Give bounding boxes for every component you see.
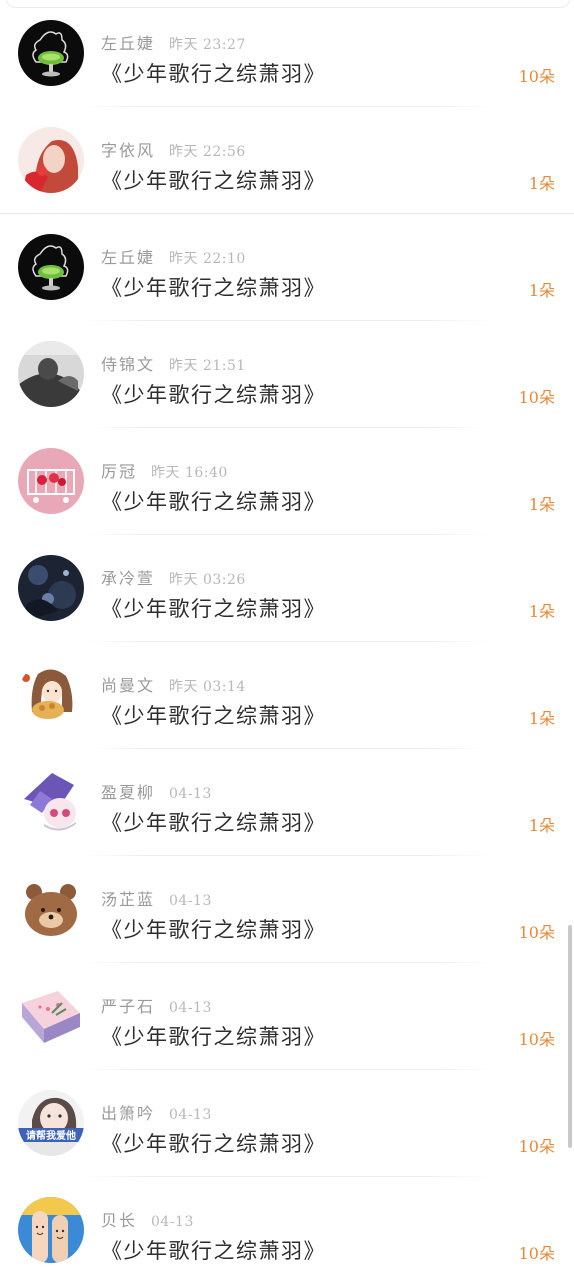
user-name[interactable]: 出箫吟 bbox=[101, 1104, 155, 1123]
gift-box-avatar[interactable] bbox=[18, 983, 84, 1049]
book-title[interactable]: 《少年歌行之综萧羽》 bbox=[101, 58, 326, 88]
list-item[interactable]: 左丘婕 昨天 23:27 《少年歌行之综萧羽》 10朵 bbox=[0, 0, 574, 107]
user-name[interactable]: 字依风 bbox=[101, 141, 155, 160]
send-time: 04-13 bbox=[169, 786, 212, 802]
user-name[interactable]: 左丘婕 bbox=[101, 248, 155, 267]
send-time: 昨天 22:56 bbox=[169, 144, 246, 160]
send-time: 04-13 bbox=[169, 893, 212, 909]
flower-count: 1朵 bbox=[528, 816, 555, 835]
anime-purple-hat-avatar[interactable] bbox=[18, 769, 84, 835]
flower-count: 10朵 bbox=[518, 1244, 555, 1263]
flower-count: 10朵 bbox=[518, 1030, 555, 1049]
list-item[interactable]: 贝长 04-13 《少年歌行之综萧羽》 10朵 bbox=[0, 1177, 574, 1280]
book-title[interactable]: 《少年歌行之综萧羽》 bbox=[101, 165, 326, 195]
girl-banner-avatar[interactable]: 请帮我爱他 bbox=[18, 1090, 84, 1156]
user-name[interactable]: 贝长 bbox=[101, 1211, 137, 1230]
user-name[interactable]: 左丘婕 bbox=[101, 34, 155, 53]
book-title[interactable]: 《少年歌行之综萧羽》 bbox=[101, 700, 326, 730]
book-title[interactable]: 《少年歌行之综萧羽》 bbox=[101, 486, 326, 516]
list-item[interactable]: 尚曼文 昨天 03:14 《少年歌行之综萧羽》 1朵 bbox=[0, 642, 574, 749]
list-item[interactable]: 厉冠 昨天 16:40 《少年歌行之综萧羽》 1朵 bbox=[0, 428, 574, 535]
finger-faces-avatar[interactable] bbox=[18, 1197, 84, 1263]
list-item[interactable]: 左丘婕 昨天 22:10 《少年歌行之综萧羽》 1朵 bbox=[0, 214, 574, 321]
rooster-glass-avatar[interactable] bbox=[18, 20, 84, 86]
flower-count: 1朵 bbox=[528, 602, 555, 621]
list-item[interactable]: 严子石 04-13 《少年歌行之综萧羽》 10朵 bbox=[0, 963, 574, 1070]
user-name[interactable]: 承冷萱 bbox=[101, 569, 155, 588]
rooster-glass-avatar[interactable] bbox=[18, 234, 84, 300]
dark-blue-night-avatar[interactable] bbox=[18, 555, 84, 621]
book-title[interactable]: 《少年歌行之综萧羽》 bbox=[101, 593, 326, 623]
list-item[interactable]: 盈夏柳 04-13 《少年歌行之综萧羽》 1朵 bbox=[0, 749, 574, 856]
send-time: 昨天 03:14 bbox=[169, 679, 246, 695]
send-time: 昨天 16:40 bbox=[151, 465, 228, 481]
list-item[interactable]: 承冷萱 昨天 03:26 《少年歌行之综萧羽》 1朵 bbox=[0, 535, 574, 642]
book-title[interactable]: 《少年歌行之综萧羽》 bbox=[101, 1235, 326, 1265]
send-time: 04-13 bbox=[169, 1107, 212, 1123]
user-name[interactable]: 厉冠 bbox=[101, 462, 137, 481]
list-item[interactable]: 侍锦文 昨天 21:51 《少年歌行之综萧羽》 10朵 bbox=[0, 321, 574, 428]
book-title[interactable]: 《少年歌行之综萧羽》 bbox=[101, 379, 326, 409]
flower-count: 10朵 bbox=[518, 1137, 555, 1156]
book-title[interactable]: 《少年歌行之综萧羽》 bbox=[101, 272, 326, 302]
flower-count: 1朵 bbox=[528, 495, 555, 514]
book-title[interactable]: 《少年歌行之综萧羽》 bbox=[101, 914, 326, 944]
list-item[interactable]: 汤芷蓝 04-13 《少年歌行之综萧羽》 10朵 bbox=[0, 856, 574, 963]
scrollbar[interactable] bbox=[568, 925, 572, 1148]
user-name[interactable]: 严子石 bbox=[101, 997, 155, 1016]
user-name[interactable]: 汤芷蓝 bbox=[101, 890, 155, 909]
grayscale-man-avatar[interactable] bbox=[18, 341, 84, 407]
flower-count: 1朵 bbox=[528, 709, 555, 728]
list-item[interactable]: 字依风 昨天 22:56 《少年歌行之综萧羽》 1朵 bbox=[0, 107, 574, 214]
send-time: 昨天 21:51 bbox=[169, 358, 246, 374]
avatar-banner-text: 请帮我爱他 bbox=[26, 1129, 76, 1142]
brown-bear-avatar[interactable] bbox=[18, 876, 84, 942]
flower-count: 10朵 bbox=[518, 923, 555, 942]
send-time: 昨天 22:10 bbox=[169, 251, 246, 267]
send-time: 04-13 bbox=[151, 1214, 194, 1230]
send-time: 04-13 bbox=[169, 1000, 212, 1016]
book-title[interactable]: 《少年歌行之综萧羽》 bbox=[101, 1021, 326, 1051]
red-hair-girl-avatar[interactable] bbox=[18, 127, 84, 193]
pink-cart-avatar[interactable] bbox=[18, 448, 84, 514]
flower-count: 10朵 bbox=[518, 388, 555, 407]
user-name[interactable]: 尚曼文 bbox=[101, 676, 155, 695]
user-name[interactable]: 侍锦文 bbox=[101, 355, 155, 374]
list-item[interactable]: 请帮我爱他 出箫吟 04-13 《少年歌行之综萧羽》 10朵 bbox=[0, 1070, 574, 1177]
send-time: 昨天 03:26 bbox=[169, 572, 246, 588]
cartoon-girl-food-avatar[interactable] bbox=[18, 662, 84, 728]
user-name[interactable]: 盈夏柳 bbox=[101, 783, 155, 802]
flower-count: 1朵 bbox=[528, 281, 555, 300]
flower-count: 10朵 bbox=[518, 67, 555, 86]
book-title[interactable]: 《少年歌行之综萧羽》 bbox=[101, 1128, 326, 1158]
send-time: 昨天 23:27 bbox=[169, 37, 246, 53]
book-title[interactable]: 《少年歌行之综萧羽》 bbox=[101, 807, 326, 837]
flower-count: 1朵 bbox=[528, 174, 555, 193]
